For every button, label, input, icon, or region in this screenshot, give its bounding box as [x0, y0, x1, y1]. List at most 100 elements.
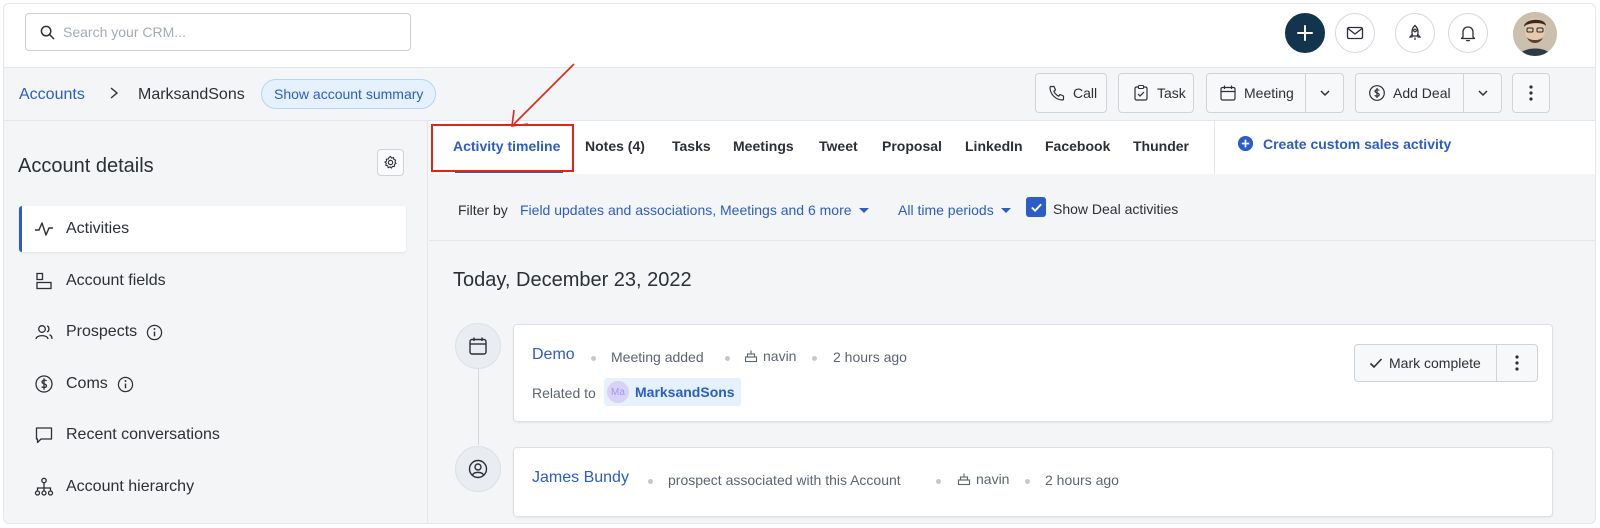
- tab-divider: [1214, 121, 1215, 174]
- activity-type-filter-label: Field updates and associations, Meetings…: [520, 202, 852, 218]
- owner-icon: [744, 350, 758, 363]
- meeting-label: Meeting: [1244, 85, 1294, 101]
- rocket-icon: [1408, 24, 1422, 40]
- rocket-button[interactable]: [1395, 13, 1435, 53]
- meeting-button[interactable]: Meeting: [1206, 73, 1344, 113]
- related-account-name: MarksandSons: [635, 384, 735, 400]
- dollar-icon: [35, 375, 53, 393]
- time-period-filter-label: All time periods: [898, 202, 994, 218]
- tab-proposal[interactable]: Proposal: [882, 138, 942, 154]
- activity-action: prospect associated with this Account: [668, 472, 901, 488]
- notifications-button[interactable]: [1448, 13, 1488, 53]
- tab-tasks[interactable]: Tasks: [672, 138, 711, 154]
- add-deal-dropdown-toggle[interactable]: [1463, 74, 1501, 112]
- prospect-name-link[interactable]: James Bundy: [532, 469, 629, 487]
- tab-facebook[interactable]: Facebook: [1045, 138, 1110, 154]
- prospect-entry-icon: [455, 446, 501, 492]
- checkmark-icon: [1030, 203, 1042, 212]
- account-avatar: Ma: [607, 381, 629, 403]
- timeline-date-heading: Today, December 23, 2022: [453, 269, 692, 291]
- tab-thunder[interactable]: Thunder: [1133, 138, 1189, 154]
- caret-down-icon: [1000, 207, 1011, 213]
- related-account-chip[interactable]: Ma MarksandSons: [604, 378, 741, 406]
- meeting-entry-icon: [455, 323, 501, 369]
- gear-icon: [384, 155, 397, 169]
- info-icon[interactable]: [117, 376, 134, 393]
- meeting-dropdown-toggle[interactable]: [1305, 74, 1343, 112]
- task-button[interactable]: Task: [1118, 73, 1194, 113]
- add-deal-label: Add Deal: [1393, 85, 1451, 101]
- create-custom-activity-label: Create custom sales activity: [1263, 135, 1452, 152]
- kebab-menu-icon: [1529, 85, 1533, 101]
- separator-dot: [812, 356, 817, 361]
- separator-dot: [936, 479, 941, 484]
- nav-label: Prospects: [66, 323, 138, 340]
- chat-icon: [35, 427, 53, 444]
- nav-label: Coms: [66, 375, 108, 392]
- info-icon[interactable]: [146, 324, 163, 341]
- top-bar: [4, 4, 1595, 68]
- tab-linkedin[interactable]: LinkedIn: [965, 138, 1023, 154]
- nav-prospects[interactable]: Prospects: [19, 309, 406, 355]
- tab-tweet[interactable]: Tweet: [819, 138, 858, 154]
- separator-dot: [725, 356, 730, 361]
- quick-add-button[interactable]: [1285, 13, 1325, 53]
- mark-complete-group: Mark complete: [1354, 344, 1538, 382]
- hierarchy-icon: [34, 477, 54, 496]
- account-details-panel: Account details Activities Account field…: [4, 121, 428, 523]
- search-input[interactable]: [63, 24, 383, 40]
- call-button[interactable]: Call: [1035, 73, 1107, 113]
- activity-title-link[interactable]: Demo: [532, 346, 575, 364]
- tab-meetings[interactable]: Meetings: [733, 138, 794, 154]
- calendar-icon: [1220, 85, 1236, 101]
- separator-dot: [1025, 479, 1030, 484]
- breadcrumb-accounts-link[interactable]: Accounts: [19, 86, 85, 104]
- panel-title: Account details: [18, 155, 154, 177]
- main-content: Activity timeline Notes (4) Tasks Meetin…: [429, 121, 1595, 523]
- create-custom-activity-button[interactable]: Create custom sales activity: [1237, 135, 1451, 152]
- user-circle-icon: [468, 459, 488, 479]
- nav-recent-conversations[interactable]: Recent conversations: [19, 412, 406, 458]
- activity-user: navin: [957, 471, 1009, 487]
- add-deal-button[interactable]: Add Deal: [1355, 73, 1502, 113]
- time-period-filter[interactable]: All time periods: [898, 202, 1011, 218]
- bell-icon: [1460, 26, 1476, 42]
- phone-icon: [1049, 85, 1065, 101]
- record-header: Accounts MarksandSons Show account summa…: [4, 68, 1595, 121]
- check-icon: [1369, 358, 1383, 369]
- call-label: Call: [1073, 85, 1098, 101]
- mail-button[interactable]: [1335, 13, 1375, 53]
- show-deal-activities-checkbox[interactable]: [1026, 197, 1046, 217]
- plus-icon: [1297, 25, 1313, 41]
- kebab-menu-icon: [1515, 355, 1519, 371]
- activity-time: 2 hours ago: [833, 349, 907, 365]
- user-avatar[interactable]: [1513, 12, 1557, 56]
- nav-account-hierarchy[interactable]: Account hierarchy: [19, 464, 406, 510]
- mark-complete-label: Mark complete: [1389, 355, 1481, 371]
- mark-complete-button[interactable]: Mark complete: [1355, 345, 1498, 381]
- activity-user-name: navin: [976, 471, 1010, 487]
- app-window: Accounts MarksandSons Show account summa…: [3, 3, 1596, 524]
- nav-activities[interactable]: Activities: [19, 206, 406, 252]
- search-box[interactable]: [25, 13, 411, 51]
- nav-label: Activities: [66, 220, 130, 237]
- nav-coms[interactable]: Coms: [19, 361, 406, 407]
- chevron-down-icon: [1477, 90, 1488, 97]
- nav-label: Account fields: [66, 272, 166, 289]
- show-account-summary-button[interactable]: Show account summary: [261, 79, 437, 109]
- related-to-label: Related to: [532, 385, 596, 401]
- breadcrumb-current: MarksandSons: [138, 86, 245, 103]
- panel-settings-button[interactable]: [377, 149, 404, 176]
- timeline-card-prospect: James Bundy prospect associated with thi…: [513, 447, 1553, 517]
- timeline-card-demo: Demo Meeting added navin 2 hours ago Rel…: [513, 324, 1553, 422]
- nav-account-fields[interactable]: Account fields: [19, 258, 406, 304]
- mail-icon: [1346, 26, 1364, 40]
- card-more-button[interactable]: [1497, 355, 1537, 371]
- more-actions-button[interactable]: [1512, 73, 1550, 113]
- chevron-right-icon: [110, 87, 119, 99]
- chevron-down-icon: [1319, 90, 1330, 97]
- activity-type-filter[interactable]: Field updates and associations, Meetings…: [520, 202, 869, 218]
- timeline-connector: [478, 365, 479, 445]
- nav-label: Recent conversations: [66, 426, 220, 443]
- tab-notes[interactable]: Notes (4): [585, 138, 645, 154]
